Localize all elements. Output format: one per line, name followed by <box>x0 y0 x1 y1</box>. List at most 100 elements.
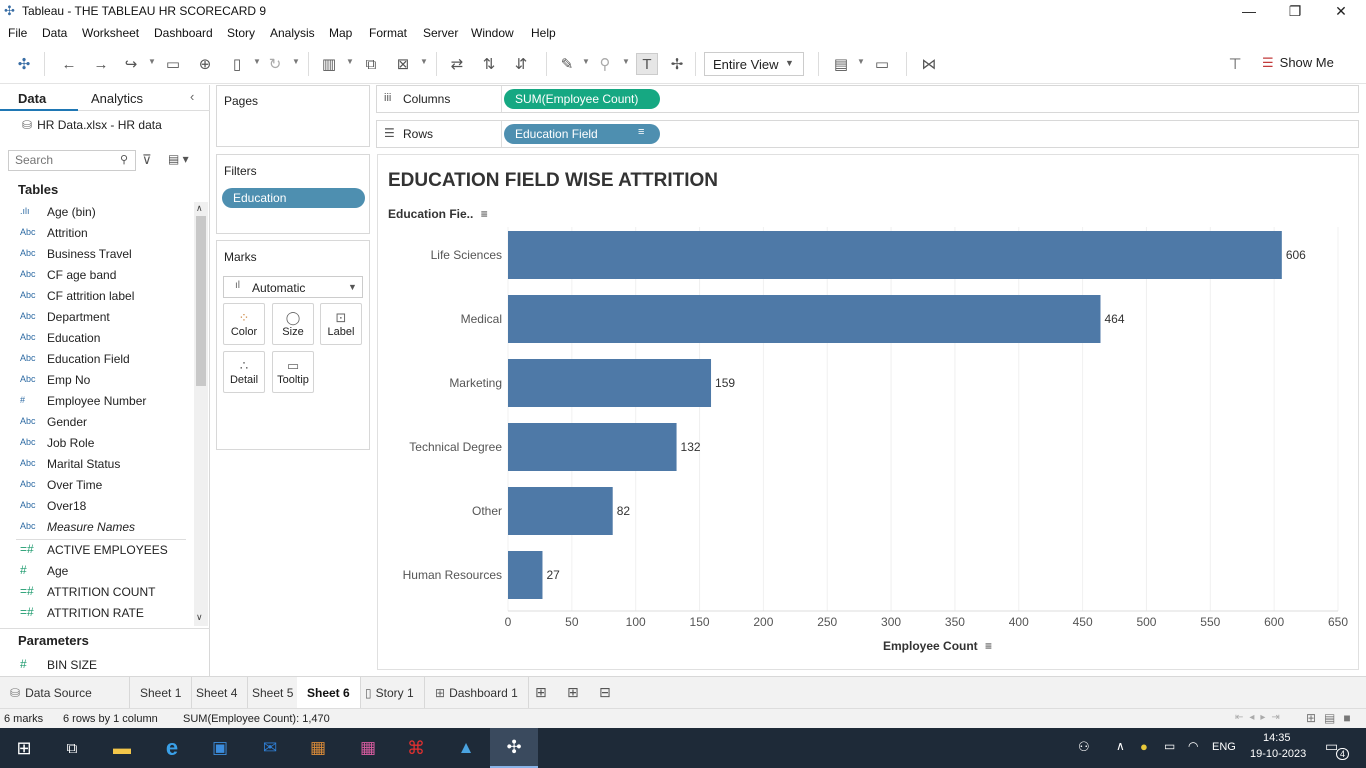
search-input[interactable] <box>9 151 113 169</box>
edge-browser-icon[interactable]: e <box>148 728 196 768</box>
view-options-icon[interactable]: ▤ ▾ <box>168 152 189 166</box>
tray-app-icon[interactable]: ● <box>1140 739 1148 754</box>
bar[interactable] <box>508 231 1282 279</box>
tab-sheet-6[interactable]: Sheet 6 <box>297 677 361 709</box>
chevron-down-icon[interactable]: ▼ <box>582 57 590 66</box>
size-button[interactable]: ◯ Size <box>272 303 314 345</box>
dimension-field-item[interactable]: Abc Over18 <box>0 496 192 517</box>
new-worksheet-icon[interactable]: ▥ <box>318 53 340 75</box>
new-data-source-icon[interactable]: ⊕ <box>194 53 216 75</box>
dimension-field-item[interactable]: Abc Education Field <box>0 349 192 370</box>
tableau-taskbar-icon[interactable]: ✣ <box>490 728 538 768</box>
dimension-field-item[interactable]: Abc Measure Names <box>0 517 192 538</box>
show-me-button[interactable]: ☰ Show Me <box>1262 55 1334 71</box>
tab-analytics[interactable]: Analytics ‹ <box>78 85 210 111</box>
menu-data[interactable]: Data <box>42 26 67 40</box>
menu-file[interactable]: File <box>8 26 27 40</box>
parameter-item[interactable]: # BIN SIZE <box>0 655 192 676</box>
x-axis-title[interactable]: Employee Count ≡ <box>883 639 992 653</box>
measure-field-item[interactable]: =# ATTRITION RATE <box>0 603 192 624</box>
view-mode-icon[interactable]: ⊞▤■ <box>1306 711 1359 725</box>
dimension-field-item[interactable]: Abc Attrition <box>0 223 192 244</box>
menu-worksheet[interactable]: Worksheet <box>82 26 139 40</box>
fit-select[interactable]: Entire View ▼ <box>704 52 804 76</box>
label-button[interactable]: ⊡ Label <box>320 303 362 345</box>
tab-data-source[interactable]: ⛁ Data Source <box>0 677 130 709</box>
dimension-field-item[interactable]: Abc CF age band <box>0 265 192 286</box>
task-view-icon[interactable]: ⧉ <box>48 728 96 768</box>
save-icon[interactable]: ▭ <box>162 53 184 75</box>
menu-dashboard[interactable]: Dashboard <box>154 26 213 40</box>
new-worksheet-icon[interactable]: ⊞ <box>535 684 547 701</box>
clear-sheet-icon[interactable]: ⊠ <box>392 53 414 75</box>
color-button[interactable]: ⁘ Color <box>223 303 265 345</box>
rows-shelf[interactable]: ☰ Rows Education Field ≡ <box>376 120 1359 148</box>
replay-icon[interactable]: ↪ <box>120 53 142 75</box>
menu-server[interactable]: Server <box>423 26 458 40</box>
pause-updates-icon[interactable]: ▯ <box>226 53 248 75</box>
dimension-field-item[interactable]: Abc Education <box>0 328 192 349</box>
pages-card[interactable]: Pages <box>216 85 370 147</box>
menu-story[interactable]: Story <box>227 26 255 40</box>
dimension-field-item[interactable]: Abc Job Role <box>0 433 192 454</box>
show-mark-labels-icon[interactable]: T <box>636 53 658 75</box>
file-explorer-icon[interactable]: ▬ <box>98 728 146 768</box>
dimension-field-item[interactable]: Abc Emp No <box>0 370 192 391</box>
app-icon[interactable]: ▦ <box>294 728 342 768</box>
detail-button[interactable]: ∴ Detail <box>223 351 265 393</box>
tooltip-button[interactable]: ▭ Tooltip <box>272 351 314 393</box>
filter-icon[interactable]: ⊽ <box>142 152 152 168</box>
dimension-field-item[interactable]: Abc Department <box>0 307 192 328</box>
presentation-mode-icon[interactable]: ▭ <box>871 53 893 75</box>
duplicate-sheet-icon[interactable]: ⧉ <box>360 53 382 75</box>
tab-dashboard-1[interactable]: ⊞ Dashboard 1 <box>425 677 529 709</box>
photos-icon[interactable]: ▲ <box>442 728 490 768</box>
maximize-button[interactable]: ❐ <box>1272 0 1318 22</box>
measure-field-item[interactable]: =# ATTRITION COUNT <box>0 582 192 603</box>
new-story-icon[interactable]: ⊟ <box>599 684 611 701</box>
language-indicator[interactable]: ENG <box>1212 741 1236 753</box>
chevron-down-icon[interactable]: ▼ <box>253 57 261 66</box>
columns-pill-employee-count[interactable]: SUM(Employee Count) <box>504 89 660 109</box>
dimension-field-item[interactable]: Abc Business Travel <box>0 244 192 265</box>
format-painter-icon[interactable]: ⊤ <box>1224 53 1246 75</box>
dimension-field-item[interactable]: Abc Marital Status <box>0 454 192 475</box>
menu-format[interactable]: Format <box>369 26 407 40</box>
chevron-up-icon[interactable]: ∧ <box>1116 739 1125 753</box>
collapse-pane-icon[interactable]: ‹ <box>190 89 194 104</box>
windows-start-icon[interactable]: ⊞ <box>0 728 48 768</box>
bar[interactable] <box>508 295 1101 343</box>
columns-shelf[interactable]: iii Columns SUM(Employee Count) <box>376 85 1359 113</box>
chevron-down-icon[interactable]: ▼ <box>346 57 354 66</box>
sort-ascending-icon[interactable]: ⇅ <box>478 53 500 75</box>
dimension-field-item[interactable]: Abc CF attrition label <box>0 286 192 307</box>
mail-icon[interactable]: ✉ <box>246 728 294 768</box>
clock-time[interactable]: 14:35 <box>1263 732 1291 744</box>
wifi-icon[interactable]: ◠ <box>1188 739 1198 753</box>
redo-icon[interactable]: → <box>90 53 112 75</box>
dimension-field-item[interactable]: .ılı Age (bin) <box>0 202 192 223</box>
scroll-down-icon[interactable]: ∨ <box>196 612 203 623</box>
bar[interactable] <box>508 487 613 535</box>
chevron-down-icon[interactable]: ▼ <box>420 57 428 66</box>
new-dashboard-icon[interactable]: ⊞ <box>567 684 579 701</box>
clock-date[interactable]: 19-10-2023 <box>1250 748 1306 760</box>
close-button[interactable]: ✕ <box>1318 0 1364 22</box>
tableau-home-icon[interactable]: ✣ <box>13 53 35 75</box>
menu-window[interactable]: Window <box>471 26 514 40</box>
group-members-icon[interactable]: ⚲ <box>594 53 616 75</box>
mark-type-select[interactable]: ıl Automatic ▼ <box>223 276 363 298</box>
bar[interactable] <box>508 359 712 407</box>
tab-story-1[interactable]: ▯ Story 1 <box>355 677 425 709</box>
chevron-down-icon[interactable]: ▼ <box>148 57 156 66</box>
sort-descending-icon[interactable]: ⇵ <box>510 53 532 75</box>
scroll-up-icon[interactable]: ∧ <box>196 203 203 214</box>
battery-icon[interactable]: ▭ <box>1164 739 1175 753</box>
sort-icon[interactable]: ≡ <box>985 639 992 653</box>
refresh-icon[interactable]: ↻ <box>264 53 286 75</box>
menu-map[interactable]: Map <box>329 26 352 40</box>
undo-icon[interactable]: ← <box>58 53 80 75</box>
sheet-navigation-icon[interactable]: ⇤◂▸⇥ <box>1235 712 1286 723</box>
tab-sheet-4[interactable]: Sheet 4 <box>186 677 249 709</box>
search-field[interactable]: ⚲ <box>8 150 136 171</box>
